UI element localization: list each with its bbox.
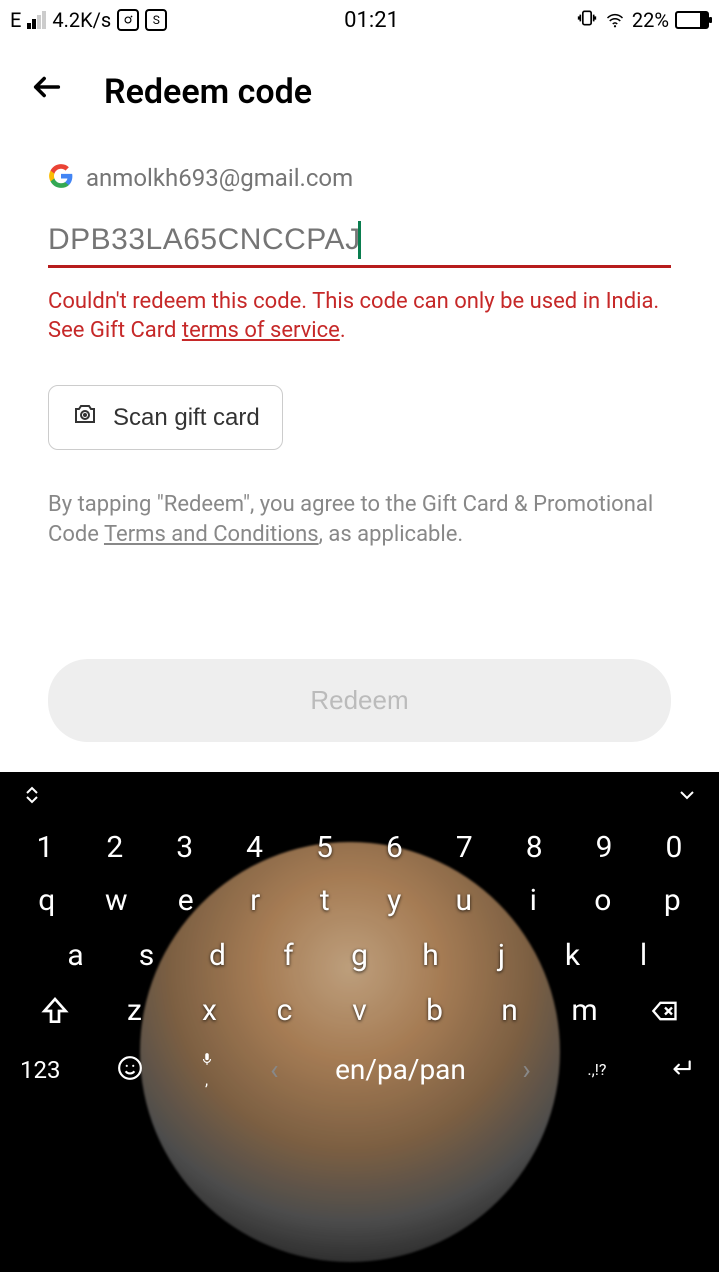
key-8[interactable]: 8 xyxy=(504,830,564,865)
backspace-key[interactable] xyxy=(630,997,700,1025)
key-z[interactable]: z xyxy=(105,993,165,1028)
key-c[interactable]: c xyxy=(255,993,315,1028)
prev-lang-key[interactable]: ‹ xyxy=(270,1053,278,1086)
key-u[interactable]: u xyxy=(434,883,494,918)
key-o[interactable]: o xyxy=(573,883,633,918)
vibrate-icon xyxy=(576,8,598,33)
key-b[interactable]: b xyxy=(405,993,465,1028)
key-6[interactable]: 6 xyxy=(364,830,424,865)
clock: 01:21 xyxy=(167,8,576,33)
language-key[interactable]: en/pa/pan xyxy=(335,1053,466,1086)
key-9[interactable]: 9 xyxy=(574,830,634,865)
redeem-button[interactable]: Redeem xyxy=(48,659,671,742)
next-lang-key[interactable]: › xyxy=(522,1053,530,1086)
terms-suffix: , as applicable. xyxy=(319,522,464,547)
key-l[interactable]: l xyxy=(614,938,674,973)
error-message: Couldn't redeem this code. This code can… xyxy=(48,288,671,345)
keyboard: 1 2 3 4 5 6 7 8 9 0 q w e r t y u i o p … xyxy=(0,772,719,1272)
key-m[interactable]: m xyxy=(555,993,615,1028)
shift-key[interactable] xyxy=(20,995,90,1027)
scan-label: Scan gift card xyxy=(113,404,260,432)
emoji-key[interactable] xyxy=(117,1055,143,1085)
keyboard-row-asdf: a s d f g h j k l xyxy=(0,928,719,983)
wifi-icon xyxy=(604,11,626,29)
scan-gift-card-button[interactable]: Scan gift card xyxy=(48,385,283,450)
keyboard-collapse-icon[interactable] xyxy=(675,783,699,811)
key-q[interactable]: q xyxy=(17,883,77,918)
terms-of-service-link[interactable]: terms of service xyxy=(182,318,340,343)
key-i[interactable]: i xyxy=(503,883,563,918)
key-f[interactable]: f xyxy=(259,938,319,973)
account-row: anmolkh693@gmail.com xyxy=(48,163,671,193)
keyboard-footer: 123 , ‹ en/pa/pan › .,!? xyxy=(0,1038,719,1101)
code-input-wrap[interactable] xyxy=(48,223,671,268)
key-1[interactable]: 1 xyxy=(15,830,75,865)
header: Redeem code xyxy=(0,40,719,133)
instagram-icon xyxy=(117,9,139,31)
key-y[interactable]: y xyxy=(364,883,424,918)
key-g[interactable]: g xyxy=(330,938,390,973)
status-bar: E 4.2K/s S 01:21 22% xyxy=(0,0,719,40)
key-0[interactable]: 0 xyxy=(644,830,704,865)
key-d[interactable]: d xyxy=(188,938,248,973)
error-prefix: Couldn't redeem this code. This code can… xyxy=(48,289,659,343)
key-s[interactable]: s xyxy=(117,938,177,973)
key-h[interactable]: h xyxy=(401,938,461,973)
camera-icon xyxy=(71,402,99,433)
keyboard-row-zxcv: z x c v b n m xyxy=(0,983,719,1038)
numeric-mode-key[interactable]: 123 xyxy=(20,1056,60,1084)
keyboard-expand-icon[interactable] xyxy=(20,783,44,811)
key-n[interactable]: n xyxy=(480,993,540,1028)
back-icon[interactable] xyxy=(30,70,64,113)
terms-text: By tapping "Redeem", you agree to the Gi… xyxy=(48,490,671,549)
key-w[interactable]: w xyxy=(86,883,146,918)
keyboard-row-qwerty: q w e r t y u i o p xyxy=(0,873,719,928)
account-email: anmolkh693@gmail.com xyxy=(86,164,353,192)
key-5[interactable]: 5 xyxy=(295,830,355,865)
app-icon: S xyxy=(145,9,167,31)
key-k[interactable]: k xyxy=(543,938,603,973)
keyboard-row-numbers: 1 2 3 4 5 6 7 8 9 0 xyxy=(0,822,719,873)
enter-key[interactable] xyxy=(663,1055,699,1085)
text-cursor xyxy=(358,221,361,259)
page-title: Redeem code xyxy=(104,72,312,112)
key-e[interactable]: e xyxy=(156,883,216,918)
signal-icon xyxy=(27,11,46,29)
error-suffix: . xyxy=(340,318,346,343)
battery-icon xyxy=(675,11,709,29)
key-r[interactable]: r xyxy=(225,883,285,918)
network-type: E xyxy=(10,8,21,32)
google-logo-icon xyxy=(48,163,74,193)
key-4[interactable]: 4 xyxy=(225,830,285,865)
mic-key[interactable]: , xyxy=(200,1050,214,1089)
key-j[interactable]: j xyxy=(472,938,532,973)
key-7[interactable]: 7 xyxy=(434,830,494,865)
key-a[interactable]: a xyxy=(46,938,106,973)
battery-pct: 22% xyxy=(632,8,669,32)
punctuation-key[interactable]: .,!? xyxy=(587,1060,606,1079)
key-2[interactable]: 2 xyxy=(85,830,145,865)
key-t[interactable]: t xyxy=(295,883,355,918)
key-v[interactable]: v xyxy=(330,993,390,1028)
key-p[interactable]: p xyxy=(642,883,702,918)
terms-and-conditions-link[interactable]: Terms and Conditions xyxy=(104,522,319,547)
data-speed: 4.2K/s xyxy=(52,8,111,32)
key-x[interactable]: x xyxy=(180,993,240,1028)
key-3[interactable]: 3 xyxy=(155,830,215,865)
